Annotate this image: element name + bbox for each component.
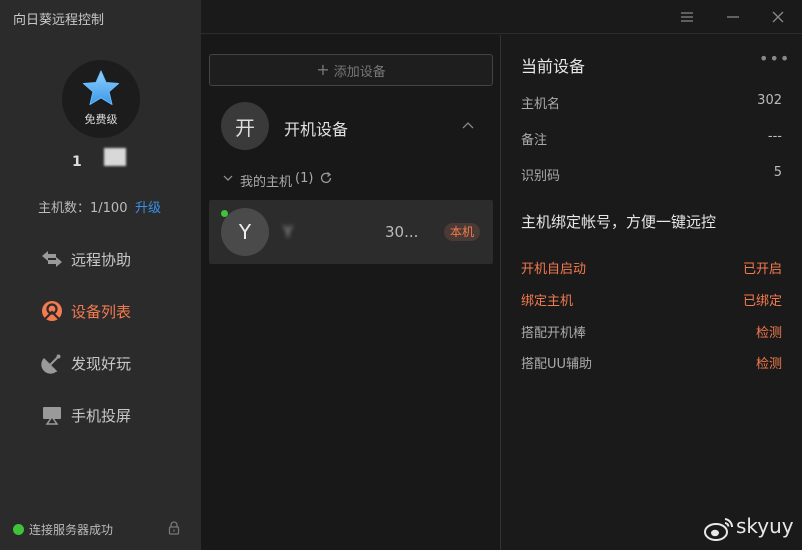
avatar[interactable]: 免费级 [62,60,140,138]
bind-heading: 主机绑定帐号，方便一键远控 [521,213,717,231]
username-redaction [104,148,126,166]
close-icon[interactable] [769,8,787,26]
star-icon [83,70,119,105]
menu-icon[interactable] [678,8,696,26]
online-indicator [221,210,228,217]
bind-host-label: 绑定主机 [521,294,574,309]
nav-discover[interactable]: 发现好玩 [40,349,131,377]
watermark-text: skyuy [736,514,794,538]
weibo-icon [704,518,734,541]
add-device-label: 添加设备 [333,64,386,80]
local-badge: 本机 [444,223,481,241]
sidebar: 向日葵远程控制 免费级 1 主机数：1/100 升级 远程协助 设备列表 发现好… [0,0,201,550]
autostart-status[interactable]: 已开启 [743,258,782,277]
refresh-icon[interactable] [319,171,333,185]
nav-screen-label: 手机投屏 [71,406,132,425]
id-code-value: 5 [773,165,782,180]
minimize-icon[interactable] [724,8,742,26]
plus-icon: + [316,60,330,79]
nav-discover-label: 发现好玩 [71,354,132,373]
boot-stick-label: 搭配开机棒 [521,326,587,341]
chevron-down-icon[interactable] [223,173,233,183]
title-bar [201,0,802,34]
nav-devices-label: 设备列表 [71,302,132,321]
device-list-pane: + 添加设备 开 开机设备 我的主机 (1) Y Y 30... 本机 [201,35,500,550]
satellite-dish-icon [40,351,64,375]
uu-helper-label: 搭配UU辅助 [521,357,593,372]
nav-remote-label: 远程协助 [71,250,132,269]
chevron-up-icon[interactable] [461,119,475,133]
uu-helper-detect-button[interactable]: 检测 [756,353,782,372]
bind-host-status[interactable]: 已绑定 [743,290,782,309]
autostart-label: 开机自启动 [521,262,587,277]
tier-label: 免费级 [84,113,118,126]
device-name: Y [283,222,293,241]
more-icon[interactable]: ••• [759,49,790,68]
app-title: 向日葵远程控制 [13,13,105,28]
nav-screen-mirror[interactable]: 手机投屏 [40,401,131,429]
device-name-tail: 30... [385,223,419,241]
group-avatar: 开 [221,102,269,150]
remote-arrows-icon [40,247,64,271]
device-list-icon [40,299,64,323]
add-device-button[interactable]: + 添加设备 [209,54,493,86]
lock-icon[interactable] [168,521,180,535]
username: 1 [72,154,82,170]
device-detail-pane: 当前设备 ••• 主机名 302 备注 --- 识别码 5 主机绑定帐号，方便一… [501,35,802,550]
status-online-dot [13,524,24,535]
boot-stick-detect-button[interactable]: 检测 [756,322,782,341]
nav-remote-assist[interactable]: 远程协助 [40,245,131,273]
device-avatar: Y [221,208,269,256]
note-label: 备注 [521,133,548,148]
connection-status: 连接服务器成功 [29,523,114,537]
upgrade-link[interactable]: 升级 [135,197,161,216]
current-device-title: 当前设备 [521,57,586,76]
group-title: 开机设备 [284,120,349,139]
host-name-label: 主机名 [521,97,561,112]
note-value[interactable]: --- [768,129,782,144]
nav-device-list[interactable]: 设备列表 [40,297,131,325]
host-count: 主机数：1/100 [38,201,128,216]
id-code-label: 识别码 [521,169,561,184]
my-hosts-count: (1) [295,171,314,186]
host-name-value: 302 [757,93,782,108]
device-row[interactable]: Y Y 30... 本机 [209,200,493,264]
my-hosts-title: 我的主机 [240,175,293,190]
screen-cast-icon [40,403,64,427]
